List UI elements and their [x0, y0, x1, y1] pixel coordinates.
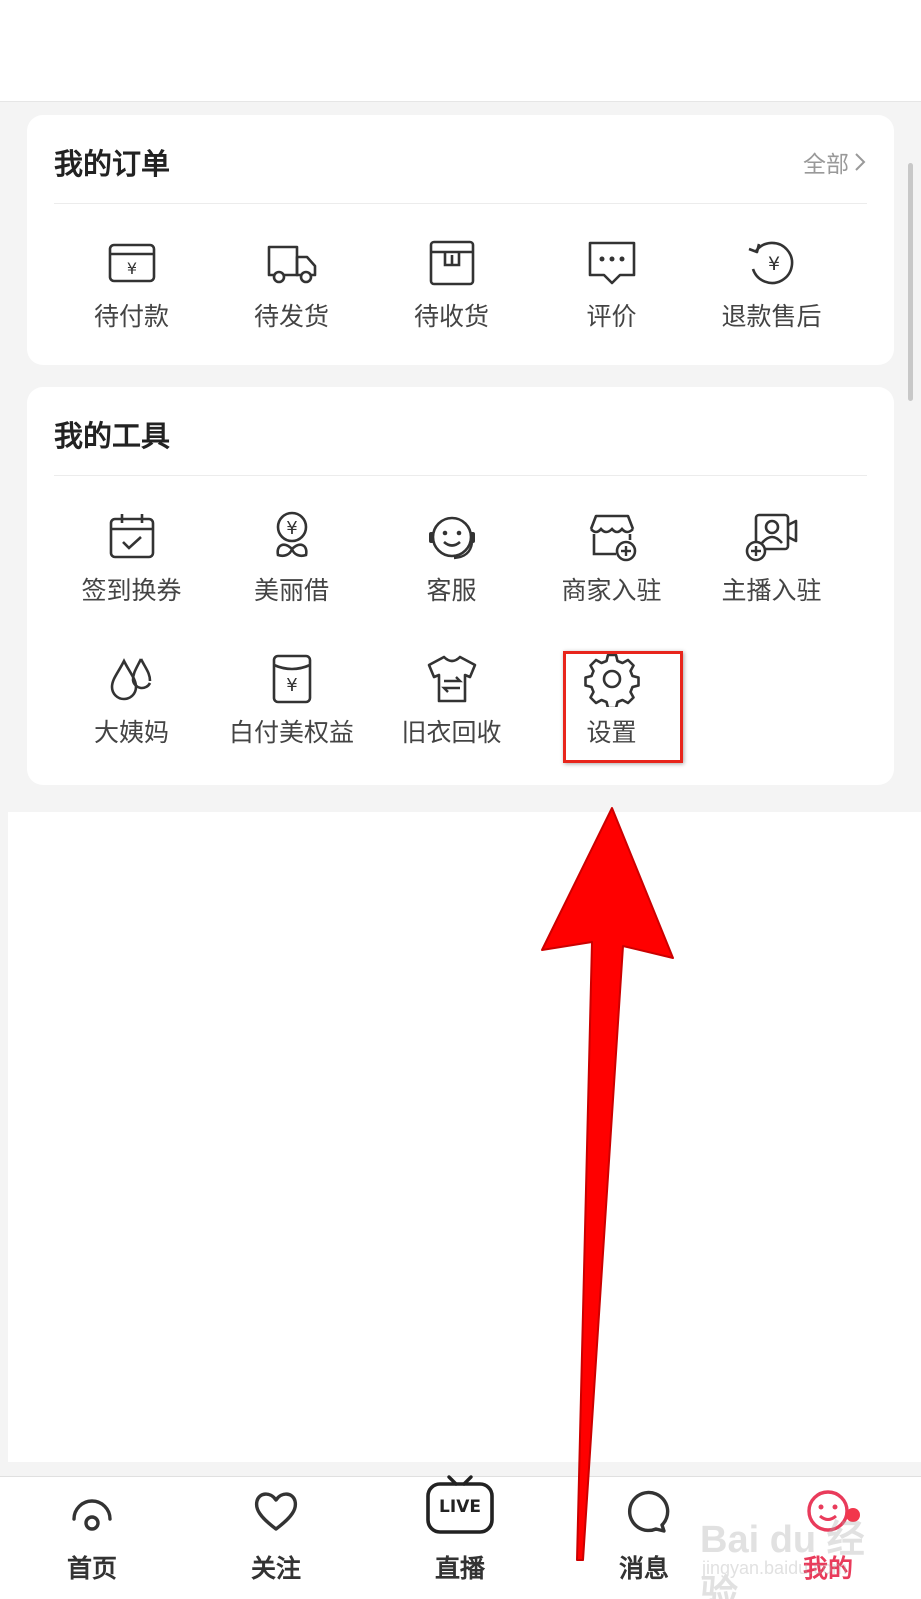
- svg-text:¥: ¥: [286, 675, 297, 696]
- order-item-to-receive[interactable]: 待收货: [370, 235, 533, 355]
- tab-live[interactable]: LIVE 直播: [368, 1475, 552, 1599]
- package-box-icon: [424, 235, 480, 291]
- heart-icon: [250, 1485, 302, 1537]
- svg-text:¥: ¥: [767, 253, 779, 275]
- orders-all-label: 全部: [803, 152, 849, 178]
- orders-all-link[interactable]: 全部: [803, 145, 867, 179]
- watermark-main-text: Bai du 经验: [700, 1519, 865, 1599]
- order-item-to-ship[interactable]: 待发货: [210, 235, 373, 355]
- tool-item-label: 大姨妈: [93, 718, 169, 747]
- content-blank-area: [8, 812, 921, 1462]
- svg-text:¥: ¥: [126, 259, 136, 278]
- tool-item-label: 美丽借: [253, 576, 329, 605]
- baidu-watermark: Bai du 经验 jingyan.baidu.com: [700, 1508, 900, 1599]
- divider: [54, 475, 867, 476]
- calendar-check-icon: [104, 509, 160, 565]
- order-item-label: 待付款: [93, 302, 169, 331]
- tool-item-label: 主播入驻: [721, 576, 822, 605]
- tool-item-checkin[interactable]: 签到换券: [50, 509, 213, 629]
- tool-item-label: 旧衣回收: [401, 718, 502, 747]
- chevron-right-icon: [855, 153, 866, 171]
- tab-home[interactable]: 首页: [0, 1477, 184, 1599]
- yen-card-icon: ¥: [264, 651, 320, 707]
- message-icon: [618, 1485, 670, 1537]
- scrollbar[interactable]: [908, 163, 913, 401]
- tool-item-merchant-join[interactable]: 商家入驻: [530, 509, 693, 629]
- order-item-label: 待发货: [253, 302, 329, 331]
- orders-card: 我的订单 全部 ¥ 待付款 待发货 待收货 评价 ¥ 退款售后: [27, 115, 894, 365]
- live-badge-text: LIVE: [439, 1497, 481, 1517]
- streamer-add-icon: [744, 509, 800, 565]
- order-item-label: 评价: [586, 302, 637, 331]
- tool-item-meilijie[interactable]: ¥ 美丽借: [210, 509, 373, 629]
- order-item-review[interactable]: 评价: [530, 235, 693, 355]
- tool-item-customer-service[interactable]: 客服: [370, 509, 533, 629]
- live-tv-icon: LIVE: [423, 1469, 497, 1541]
- delivery-truck-icon: [264, 235, 320, 291]
- watermark-sub-text: jingyan.baidu.com: [702, 1558, 848, 1578]
- money-flower-icon: ¥: [264, 509, 320, 565]
- order-item-label: 待收货: [413, 302, 489, 331]
- tool-item-streamer-join[interactable]: 主播入驻: [690, 509, 853, 629]
- settings-highlight-box: [563, 651, 683, 763]
- tool-item-baifumei[interactable]: ¥ 白付美权益: [210, 651, 373, 771]
- tool-item-label: 商家入驻: [561, 576, 662, 605]
- shop-add-icon: [584, 509, 640, 565]
- order-item-pending-payment[interactable]: ¥ 待付款: [50, 235, 213, 355]
- tab-follow[interactable]: 关注: [184, 1477, 368, 1599]
- tools-title: 我的工具: [54, 419, 171, 453]
- tool-item-clothes-recycle[interactable]: 旧衣回收: [370, 651, 533, 771]
- tool-item-label: 客服: [426, 576, 477, 605]
- order-item-refund[interactable]: ¥ 退款售后: [690, 235, 853, 355]
- comment-bubble-icon: [584, 235, 640, 291]
- refund-icon: ¥: [744, 235, 800, 291]
- svg-text:¥: ¥: [286, 518, 297, 539]
- home-icon: [66, 1485, 118, 1537]
- tool-item-period[interactable]: 大姨妈: [50, 651, 213, 771]
- tool-item-label: 签到换券: [81, 576, 182, 605]
- droplets-icon: [104, 651, 160, 707]
- orders-title: 我的订单: [54, 147, 171, 181]
- tools-card: 我的工具 签到换券 ¥ 美丽借 客服 商家入驻 主播入驻 大姨妈 ¥ 白付美权益…: [27, 387, 894, 785]
- order-item-label: 退款售后: [721, 302, 822, 331]
- tab-label: 首页: [66, 1554, 117, 1583]
- top-header-area: [0, 0, 921, 102]
- divider: [54, 203, 867, 204]
- tab-label: 关注: [250, 1554, 301, 1583]
- tool-item-label: 白付美权益: [228, 718, 354, 747]
- customer-service-icon: [424, 509, 480, 565]
- tab-label: 直播: [434, 1554, 485, 1583]
- shirt-recycle-icon: [424, 651, 480, 707]
- pending-payment-icon: ¥: [104, 235, 160, 291]
